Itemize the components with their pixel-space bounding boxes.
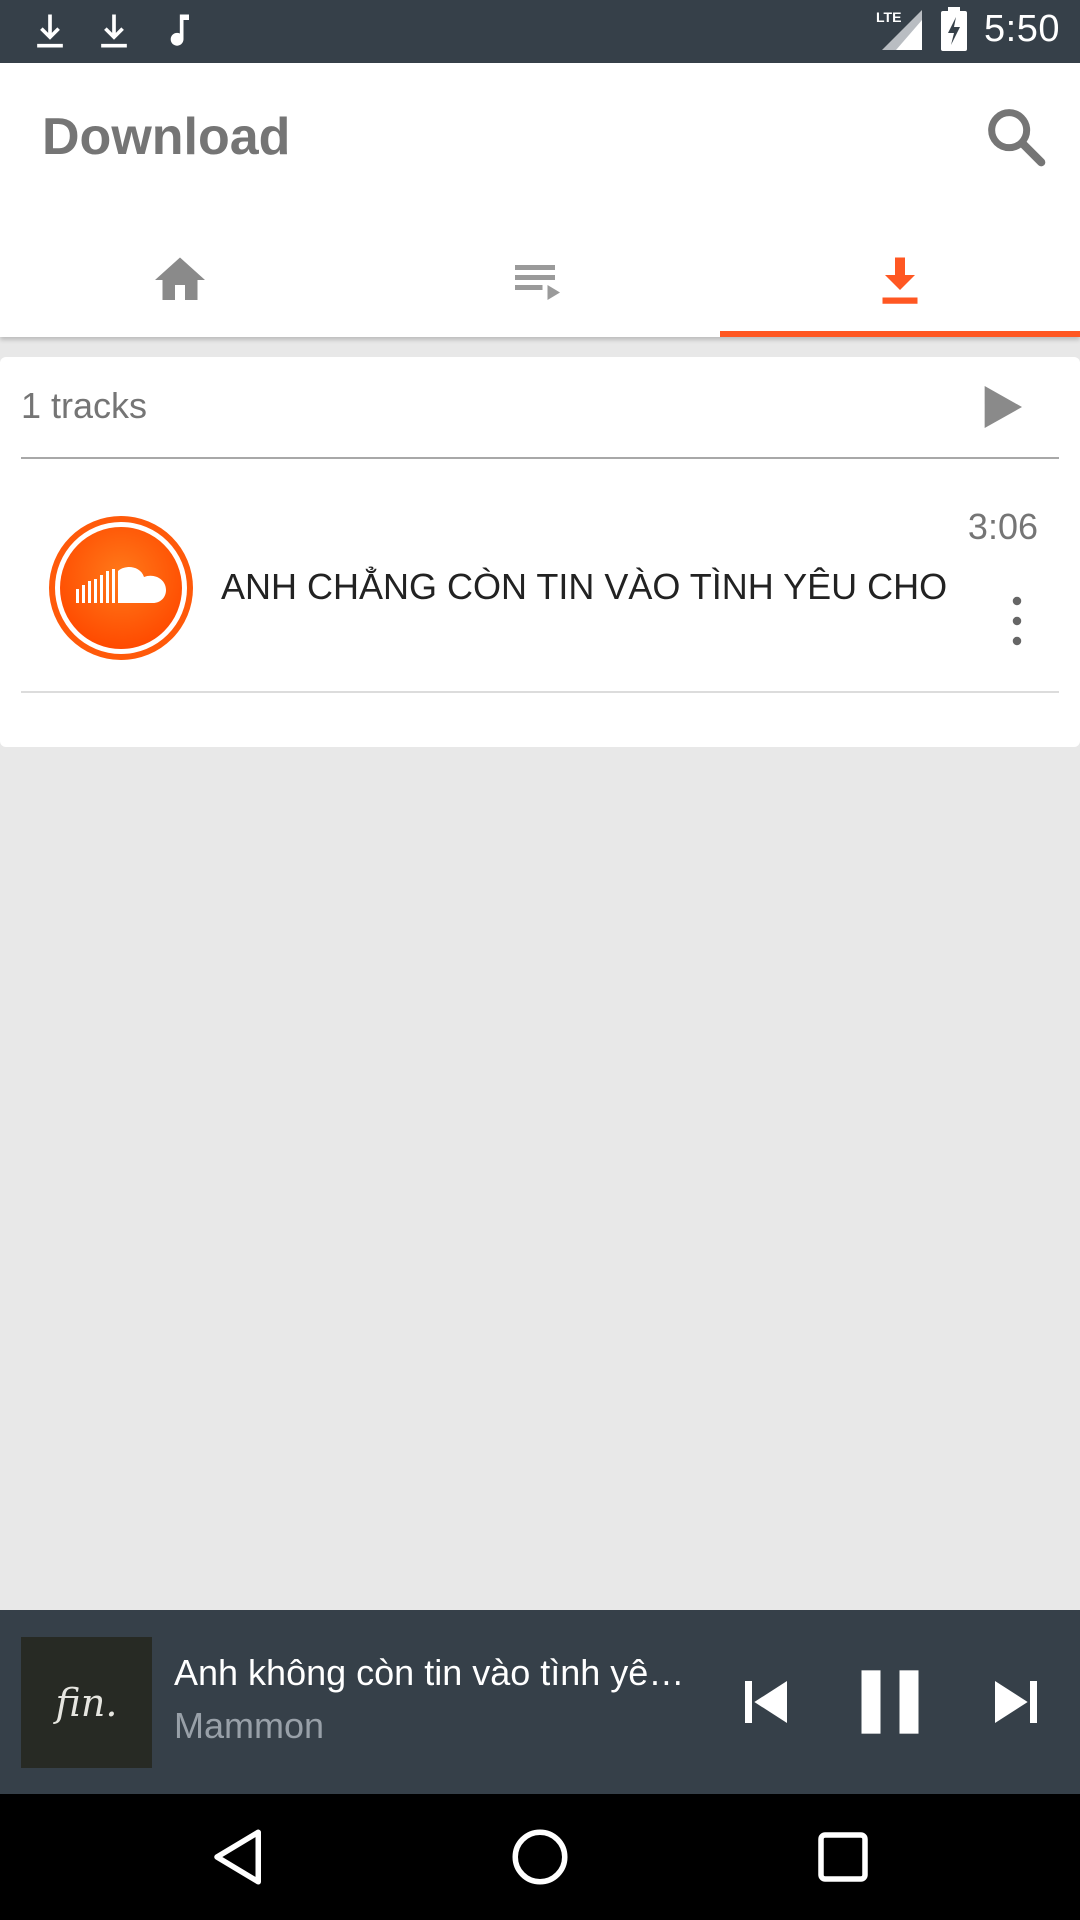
tab-bar — [0, 223, 1080, 337]
battery-charging-icon — [941, 7, 968, 51]
app-bar: Download — [0, 63, 1080, 337]
tab-playlist[interactable] — [360, 223, 720, 337]
track-duration: 3:06 — [967, 506, 1038, 547]
track-title: ANH CHẲNG CÒN TIN VÀO TÌNH YÊU CHO — [221, 566, 948, 607]
track-list-header: 1 tracks — [21, 357, 1059, 459]
mini-player[interactable]: fin. Anh không còn tin vào tình yêu cho … — [0, 1610, 1080, 1794]
download-icon — [37, 14, 63, 48]
more-vert-icon[interactable] — [1007, 596, 1027, 646]
back-icon[interactable] — [206, 1824, 272, 1890]
pause-icon[interactable] — [852, 1664, 928, 1740]
soundcloud-icon — [49, 516, 193, 660]
track-list-card: 1 tracks ANH CHẲNG CÒN TIN VÀO TÌNH YÊU … — [0, 357, 1080, 747]
search-icon[interactable] — [980, 101, 1050, 171]
notification-icons — [28, 8, 200, 54]
tab-home[interactable] — [0, 223, 360, 337]
track-count: 1 tracks — [21, 385, 148, 426]
track-row[interactable]: ANH CHẲNG CÒN TIN VÀO TÌNH YÊU CHO 3:06 — [21, 461, 1059, 693]
navigation-bar — [0, 1794, 1080, 1920]
svg-text:LTE: LTE — [876, 9, 901, 25]
album-art: fin. — [21, 1637, 152, 1768]
system-icons: LTE 5:50 — [876, 6, 1060, 52]
recent-apps-icon[interactable] — [810, 1824, 876, 1890]
skip-next-icon[interactable] — [988, 1674, 1044, 1730]
home-icon — [155, 257, 205, 300]
screen: LTE 5:50 Download 1 tracks ANH CHẲNG CÒN… — [0, 0, 1080, 1920]
signal-icon: LTE — [876, 9, 923, 50]
now-playing-artist: Mammon — [174, 1705, 325, 1746]
now-playing-title: Anh không còn tin vào tình yêu cho Em - … — [174, 1652, 704, 1693]
music-note-icon — [170, 14, 189, 46]
download-icon — [101, 14, 127, 48]
home-nav-icon[interactable] — [507, 1824, 573, 1890]
playlist-icon — [515, 265, 560, 300]
download-icon — [882, 257, 918, 304]
tab-download[interactable] — [720, 223, 1080, 337]
play-icon[interactable] — [973, 379, 1029, 435]
clock: 5:50 — [984, 7, 1060, 50]
page-title: Download — [42, 108, 291, 166]
skip-previous-icon[interactable] — [738, 1674, 794, 1730]
status-bar: LTE 5:50 — [0, 0, 1080, 63]
